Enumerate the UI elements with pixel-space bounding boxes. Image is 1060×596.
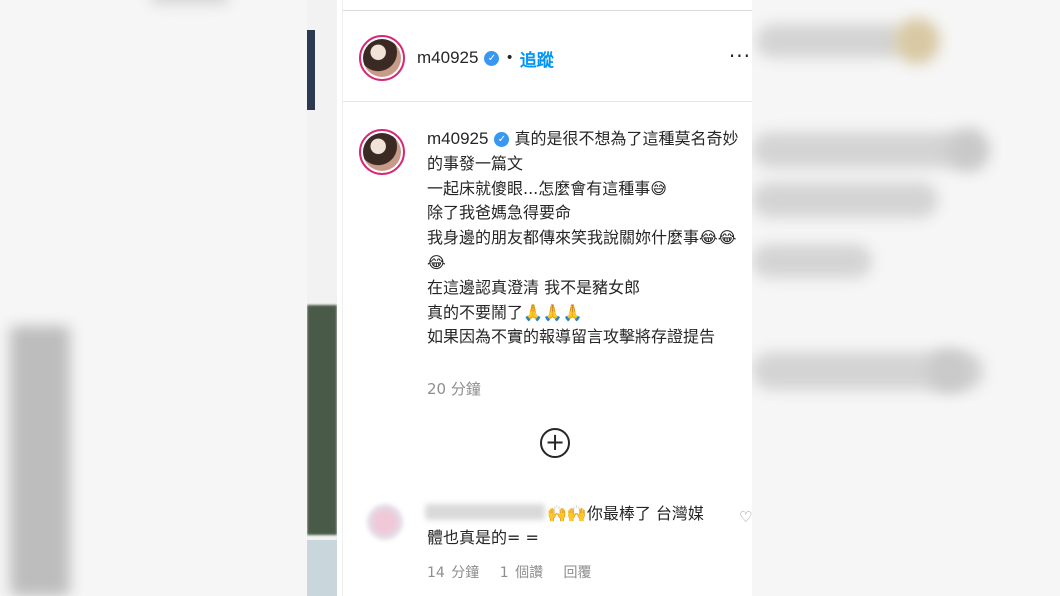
caption-text: m40925 ✓ 真的是很不想為了這種莫名奇妙的事發一篇文 一起床就傻眼...怎麼… [427, 127, 747, 350]
post-timestamp[interactable]: 20 分鐘 [427, 378, 481, 399]
more-options-icon[interactable]: ··· [729, 44, 751, 68]
comment-meta: 14 分鐘 1 個讚 回覆 [427, 562, 606, 582]
caption-username[interactable]: m40925 [427, 129, 488, 148]
comment-text: 🙌🙌你最棒了 台灣媒體也真是的= = [427, 504, 704, 547]
caption-verified-badge-icon: ✓ [494, 132, 510, 147]
comment-timestamp: 14 分鐘 [427, 565, 480, 581]
blurred-background-left [0, 0, 307, 596]
instagram-post-panel: m40925 ✓ • 追蹤 ··· m40925 ✓ 真的是很不想為了這種莫名奇妙… [342, 0, 752, 596]
reply-button[interactable]: 回覆 [564, 565, 592, 581]
commenter-avatar[interactable] [367, 504, 403, 540]
caption-line: 如果因為不實的報導留言攻擊將存證提告 [427, 327, 716, 347]
header-avatar[interactable] [359, 35, 405, 81]
caption-line: 在這邊認真澄清 我不是豬女郎 [427, 277, 641, 297]
follow-button[interactable]: 追蹤 [520, 46, 554, 71]
background-photo-strip [307, 0, 337, 596]
separator-dot: • [505, 50, 514, 66]
post-header: m40925 ✓ • 追蹤 ··· [343, 30, 752, 86]
caption-line: 一起床就傻眼...怎麼會有這種事😅 [427, 178, 667, 198]
header-username[interactable]: m40925 [417, 48, 478, 68]
comment-likes[interactable]: 1 個讚 [500, 565, 543, 581]
verified-badge-icon: ✓ [484, 50, 500, 66]
heart-icon[interactable]: ♡ [739, 508, 752, 526]
top-divider [343, 10, 752, 11]
blurred-background-right [752, 0, 1060, 596]
caption-avatar[interactable] [359, 129, 405, 175]
caption-line: 除了我爸媽急得要命 [427, 203, 572, 223]
caption-line: 我身邊的朋友都傳來笑我說關妳什麼事😂😂😂 [427, 228, 737, 272]
header-divider [343, 101, 752, 102]
caption-line: 真的不要鬧了🙏🙏🙏 [427, 302, 583, 322]
plus-circle-icon[interactable]: + [540, 428, 570, 458]
